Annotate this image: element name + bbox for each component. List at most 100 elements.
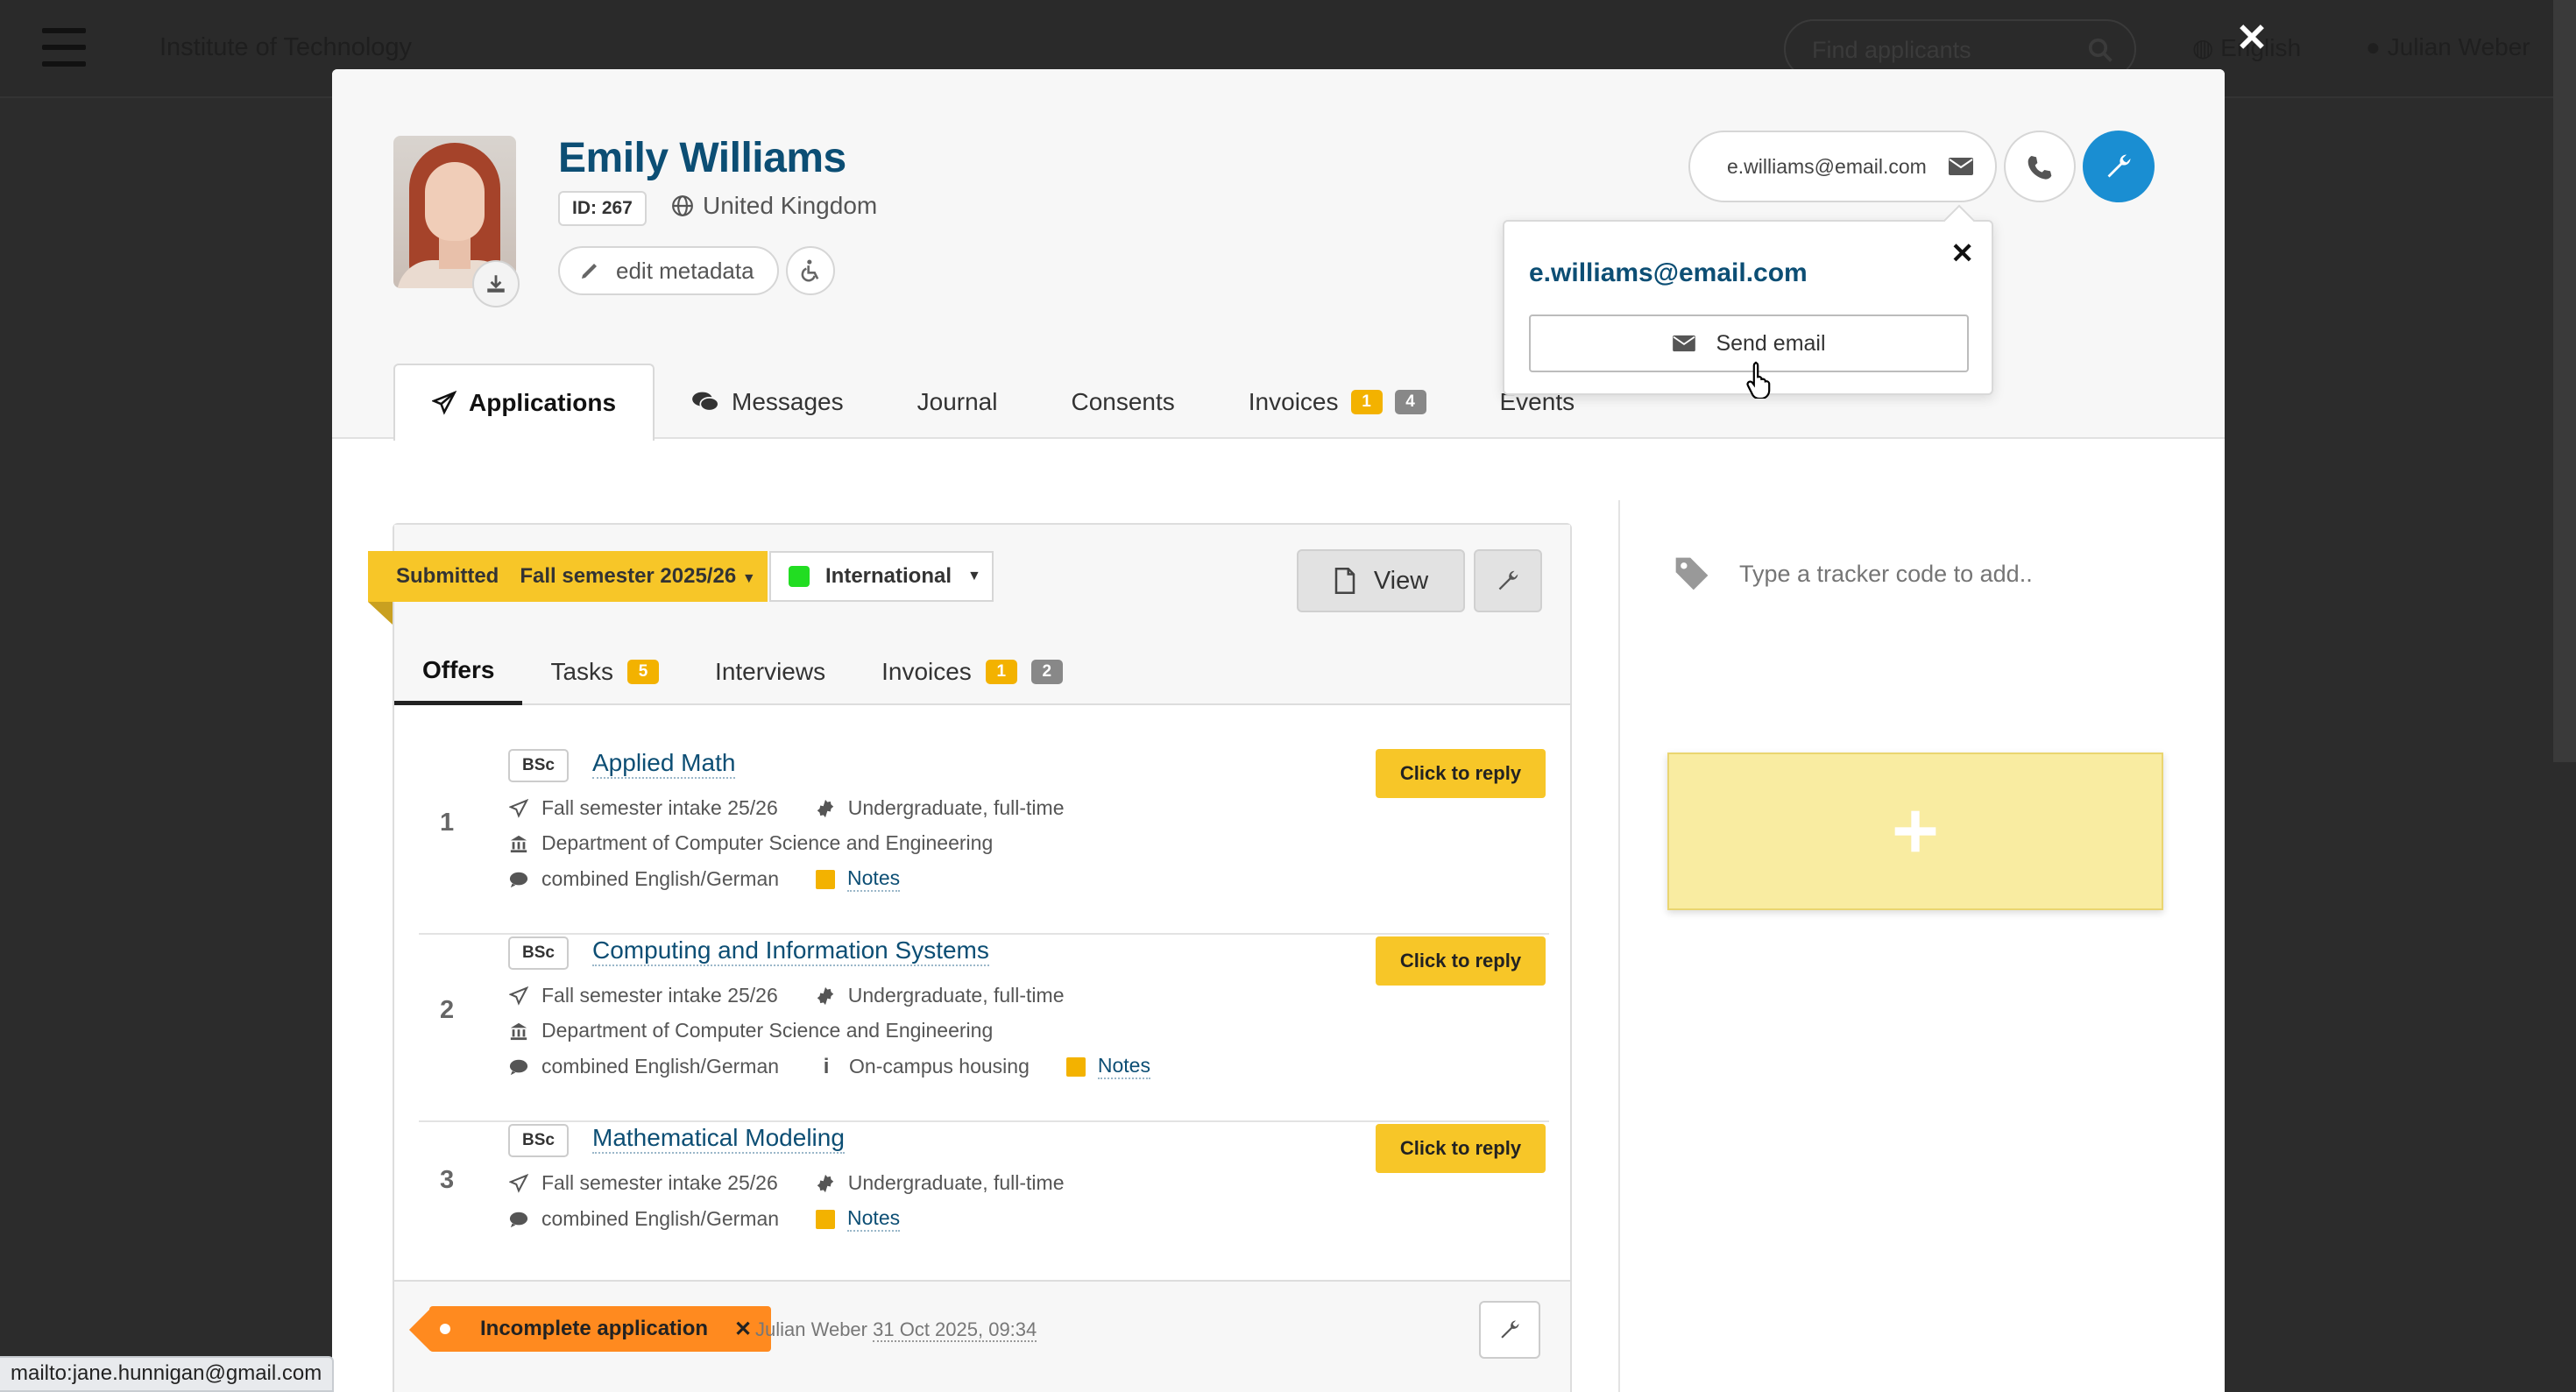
application-wrench-button[interactable] bbox=[1474, 549, 1542, 612]
popover-email: e.williams@email.com bbox=[1529, 258, 1808, 287]
user-icon: ● bbox=[2366, 33, 2388, 60]
tracker-code-field bbox=[1673, 555, 2107, 593]
envelope-icon bbox=[1948, 158, 1973, 175]
info-icon: i bbox=[823, 1054, 830, 1078]
offer-title-link[interactable]: Mathematical Modeling bbox=[592, 1124, 845, 1154]
globe-icon: ◍ bbox=[2192, 34, 2221, 61]
sticky-note-icon bbox=[1065, 1056, 1086, 1077]
offer-title-link[interactable]: Computing and Information Systems bbox=[592, 936, 989, 966]
category-color-indicator bbox=[789, 566, 810, 587]
certificate-icon bbox=[815, 798, 836, 819]
institution-icon bbox=[508, 833, 529, 854]
application-card: Submitted Fall semester 2025/26 ▼ Intern… bbox=[368, 523, 1572, 1392]
subtab-invoices[interactable]: Invoices 1 2 bbox=[853, 639, 1091, 705]
offer-title-link[interactable]: Applied Math bbox=[592, 749, 736, 779]
intake-selector[interactable]: Fall semester 2025/26 ▼ bbox=[520, 564, 755, 589]
caret-down-icon: ▼ bbox=[741, 571, 756, 586]
degree-badge: BSc bbox=[508, 749, 569, 782]
certificate-icon bbox=[815, 986, 836, 1007]
application-card-footer: Incomplete application ✕ Julian Weber 31… bbox=[394, 1280, 1570, 1392]
offer-language-line: combined English/German Notes bbox=[508, 1206, 901, 1232]
wheelchair-icon bbox=[801, 259, 819, 282]
click-to-reply-button[interactable]: Click to reply bbox=[1376, 1124, 1546, 1173]
offer-item: 3 BSc Mathematical Modeling Click to rep… bbox=[419, 1124, 1549, 1278]
paper-plane-icon bbox=[508, 986, 529, 1007]
flag-meta: Julian Weber 31 Oct 2025, 09:34 bbox=[755, 1318, 1037, 1342]
phone-button[interactable] bbox=[2004, 131, 2076, 202]
tab-applications[interactable]: Applications bbox=[393, 364, 655, 441]
sticky-note-icon bbox=[816, 1209, 836, 1229]
subtab-interviews[interactable]: Interviews bbox=[687, 639, 853, 705]
offer-language-line: combined English/German Notes bbox=[508, 866, 901, 892]
offer-intake-line: Fall semester intake 25/26 Undergraduate… bbox=[508, 984, 1064, 1007]
add-note-button[interactable] bbox=[1667, 753, 2163, 910]
wrench-icon bbox=[1498, 570, 1518, 590]
accessibility-button[interactable] bbox=[786, 246, 835, 295]
column-divider bbox=[1618, 500, 1620, 1392]
offer-number: 1 bbox=[440, 809, 455, 837]
click-to-reply-button[interactable]: Click to reply bbox=[1376, 749, 1546, 798]
browser-status-bar: mailto:jane.hunnigan@gmail.com bbox=[0, 1356, 335, 1392]
applicant-country: United Kingdom bbox=[671, 192, 877, 220]
email-contact-button[interactable]: e.williams@email.com bbox=[1688, 131, 1997, 202]
application-subtabs: Offers Tasks 5 Interviews Invoices 1 2 bbox=[394, 639, 1091, 705]
footer-wrench-button[interactable] bbox=[1479, 1301, 1540, 1359]
applicant-modal: Emily Williams ID: 267 United Kingdom ed… bbox=[332, 69, 2225, 1392]
comment-icon bbox=[508, 1209, 529, 1230]
applicant-id: ID: 267 bbox=[558, 191, 647, 226]
download-icon bbox=[487, 275, 505, 293]
phone-icon bbox=[2028, 156, 2052, 180]
status-ribbon[interactable]: Submitted Fall semester 2025/26 ▼ bbox=[368, 551, 768, 625]
subtab-tasks[interactable]: Tasks 5 bbox=[522, 639, 687, 705]
document-icon bbox=[1334, 568, 1355, 594]
invoices-open-badge: 1 bbox=[1350, 390, 1383, 414]
search-icon bbox=[2088, 38, 2112, 62]
offer-item: 2 BSc Computing and Information Systems … bbox=[419, 936, 1549, 1122]
download-photo-button[interactable] bbox=[472, 260, 520, 307]
notes-link[interactable]: Notes bbox=[1097, 1054, 1150, 1079]
edit-metadata-button[interactable]: edit metadata bbox=[558, 246, 779, 295]
close-icon[interactable]: ✕ bbox=[1950, 239, 1974, 267]
close-modal-icon[interactable]: ✕ bbox=[2233, 19, 2271, 58]
category-selector[interactable]: International ▼ bbox=[769, 551, 994, 602]
subtab-offers[interactable]: Offers bbox=[394, 639, 523, 705]
tab-journal[interactable]: Journal bbox=[881, 364, 1035, 441]
applicant-tabs: Applications Messages Journal Consents I… bbox=[393, 364, 1611, 441]
invoices-open-badge: 1 bbox=[985, 660, 1017, 684]
page-scrollbar[interactable] bbox=[2553, 0, 2576, 762]
notes-link[interactable]: Notes bbox=[847, 866, 901, 892]
paper-plane-icon bbox=[432, 391, 456, 415]
user-menu[interactable]: ● Julian Weber bbox=[2366, 33, 2530, 61]
certificate-icon bbox=[815, 1173, 836, 1194]
paper-plane-icon bbox=[508, 798, 529, 819]
tab-messages[interactable]: Messages bbox=[655, 364, 881, 441]
offer-department-line: Department of Computer Science and Engin… bbox=[508, 831, 993, 855]
offer-intake-line: Fall semester intake 25/26 Undergraduate… bbox=[508, 1171, 1064, 1195]
applicant-name: Emily Williams bbox=[558, 135, 846, 181]
institute-name: Institute of Technology bbox=[159, 33, 413, 61]
tracker-code-input[interactable] bbox=[1739, 560, 2107, 588]
comments-icon bbox=[692, 392, 719, 412]
notes-link[interactable]: Notes bbox=[847, 1206, 901, 1232]
hamburger-menu-icon[interactable] bbox=[42, 28, 86, 67]
view-application-button[interactable]: View bbox=[1297, 549, 1465, 612]
plus-icon bbox=[1894, 810, 1936, 852]
tab-consents[interactable]: Consents bbox=[1034, 364, 1211, 441]
offer-item: 1 BSc Applied Math Click to reply Fall s… bbox=[419, 749, 1549, 935]
tab-invoices[interactable]: Invoices 1 4 bbox=[1212, 364, 1463, 441]
invoices-total-badge: 4 bbox=[1394, 390, 1426, 414]
click-to-reply-button[interactable]: Click to reply bbox=[1376, 936, 1546, 986]
offer-intake-line: Fall semester intake 25/26 Undergraduate… bbox=[508, 796, 1064, 820]
comment-icon bbox=[508, 1056, 529, 1078]
actions-wrench-button[interactable] bbox=[2083, 131, 2155, 202]
globe-icon bbox=[672, 195, 693, 216]
incomplete-application-flag: Incomplete application ✕ bbox=[429, 1306, 772, 1352]
tasks-badge: 5 bbox=[627, 660, 660, 684]
offer-language-line: combined English/German i On-campus hous… bbox=[508, 1054, 1150, 1079]
institution-icon bbox=[508, 1021, 529, 1042]
offer-number: 2 bbox=[440, 996, 455, 1024]
remove-flag-icon[interactable]: ✕ bbox=[734, 1317, 752, 1342]
tag-icon bbox=[1675, 557, 1709, 590]
pencil-icon bbox=[582, 264, 597, 279]
degree-badge: BSc bbox=[508, 936, 569, 970]
